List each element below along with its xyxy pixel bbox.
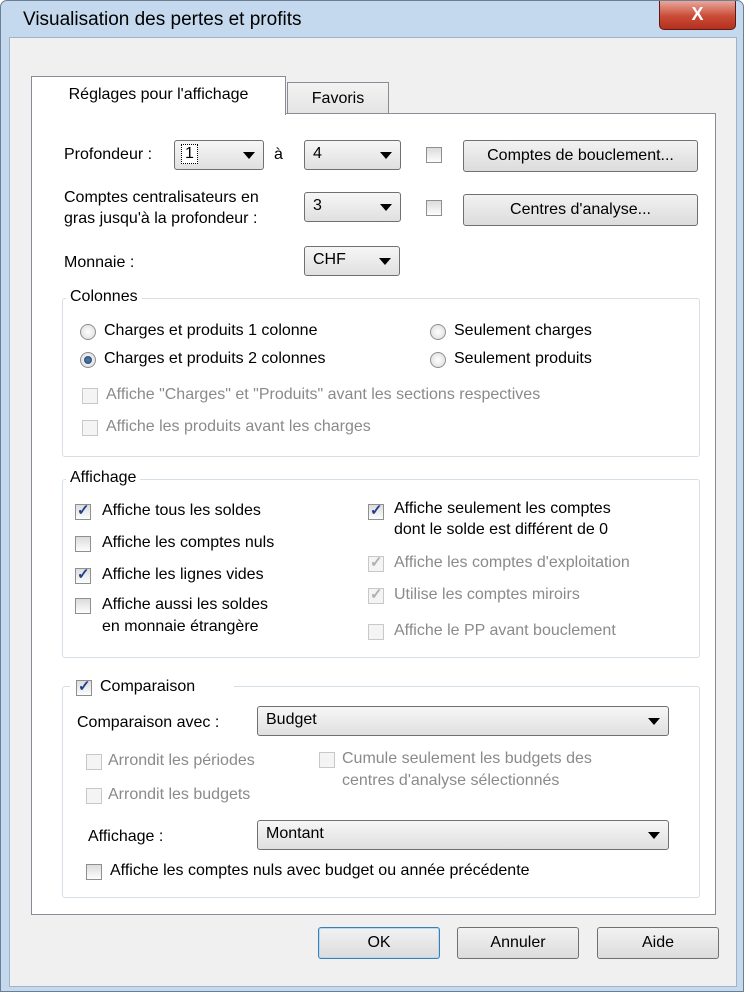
check-icon: ✓: [77, 566, 90, 583]
cumulate-budgets-checkbox[interactable]: [319, 752, 335, 768]
radio-selected-dot: [84, 356, 92, 364]
nonzero-balances-label-line1: Affiche seulement les comptes: [394, 500, 611, 517]
chevron-down-icon: [243, 152, 255, 159]
radio-only-products[interactable]: [430, 352, 446, 368]
bold-depth-value: 3: [313, 197, 322, 214]
comparison-checkbox[interactable]: ✓: [76, 678, 92, 696]
show-section-headers-checkbox[interactable]: [82, 388, 98, 404]
tab-label: Favoris: [311, 90, 365, 107]
compare-with-value: Budget: [266, 711, 317, 728]
currency-label: Monnaie :: [64, 254, 135, 271]
tab-label: Réglages pour l'affichage: [68, 86, 249, 103]
depth-to-label: à: [274, 146, 283, 163]
comparison-display-value: Montant: [266, 825, 324, 842]
comparison-label: Comparaison: [100, 678, 196, 695]
mirror-accounts-label: Utilise les comptes miroirs: [394, 586, 580, 603]
null-with-budget-label: Affiche les comptes nuls avec budget ou …: [110, 862, 530, 879]
depth-to-combo[interactable]: 4: [304, 140, 401, 170]
foreign-currency-checkbox[interactable]: [75, 598, 91, 614]
two-columns-label: Charges et produits 2 colonnes: [104, 350, 326, 367]
empty-lines-checkbox[interactable]: ✓: [75, 566, 91, 584]
check-icon: ✓: [370, 502, 383, 519]
closing-accounts-button[interactable]: Comptes de bouclement...: [463, 140, 698, 172]
all-balances-label: Affiche tous les soldes: [102, 502, 261, 519]
nonzero-balances-label-line2: dont le solde est différent de 0: [394, 521, 609, 538]
round-budgets-label: Arrondit les budgets: [108, 786, 251, 803]
radio-one-column[interactable]: [80, 324, 96, 340]
pp-before-closing-checkbox[interactable]: [368, 624, 384, 640]
compare-with-label: Comparaison avec :: [77, 714, 220, 731]
cumulate-budgets-label-line1: Cumule seulement les budgets des: [342, 750, 592, 767]
radio-two-columns[interactable]: [80, 352, 96, 368]
comparison-display-label: Affichage :: [88, 828, 164, 845]
comparison-display-combo[interactable]: Montant: [257, 820, 669, 850]
cumulate-budgets-label-line2: centres d'analyse sélectionnés: [342, 772, 560, 789]
nonzero-balances-checkbox[interactable]: ✓: [368, 502, 384, 520]
bold-depth-label-line2: gras jusqu'à la profondeur :: [64, 210, 258, 227]
only-charges-label: Seulement charges: [454, 322, 592, 339]
close-button[interactable]: X: [659, 1, 736, 30]
display-group-label: Affichage: [66, 469, 141, 487]
tab-display-settings[interactable]: Réglages pour l'affichage: [31, 76, 286, 115]
bold-depth-label-line1: Comptes centralisateurs en: [64, 189, 259, 206]
empty-lines-label: Affiche les lignes vides: [102, 566, 264, 583]
chevron-down-icon: [379, 258, 391, 265]
compare-with-combo[interactable]: Budget: [257, 706, 669, 736]
one-column-label: Charges et produits 1 colonne: [104, 322, 318, 339]
products-before-charges-checkbox[interactable]: [82, 420, 98, 436]
columns-group-label: Colonnes: [66, 288, 142, 306]
window-title: Visualisation des pertes et profits: [23, 9, 302, 30]
round-periods-checkbox[interactable]: [86, 754, 102, 770]
mirror-accounts-checkbox[interactable]: ✓: [368, 586, 384, 604]
round-periods-label: Arrondit les périodes: [108, 752, 255, 769]
null-accounts-label: Affiche les comptes nuls: [102, 534, 275, 551]
only-products-label: Seulement produits: [454, 350, 592, 367]
all-balances-checkbox[interactable]: ✓: [75, 502, 91, 520]
depth-from-combo[interactable]: 1: [174, 140, 264, 170]
pp-before-closing-label: Affiche le PP avant bouclement: [394, 622, 616, 639]
foreign-currency-label-line1: Affiche aussi les soldes: [102, 596, 269, 613]
check-icon: ✓: [78, 678, 91, 695]
ok-button[interactable]: OK: [318, 927, 440, 959]
show-section-headers-label: Affiche "Charges" et "Produits" avant le…: [106, 386, 541, 403]
operating-accounts-label: Affiche les comptes d'exploitation: [394, 554, 630, 571]
close-icon: X: [691, 4, 704, 24]
round-budgets-checkbox[interactable]: [86, 788, 102, 804]
foreign-currency-label-line2: en monnaie étrangère: [102, 618, 259, 635]
help-button[interactable]: Aide: [597, 927, 719, 959]
currency-combo[interactable]: CHF: [304, 246, 400, 276]
null-with-budget-checkbox[interactable]: [86, 864, 102, 880]
currency-value: CHF: [313, 251, 346, 268]
radio-only-charges[interactable]: [430, 324, 446, 340]
null-accounts-checkbox[interactable]: [75, 536, 91, 552]
bold-depth-combo[interactable]: 3: [304, 192, 401, 222]
depth-to-value: 4: [313, 145, 322, 162]
products-before-charges-label: Affiche les produits avant les charges: [106, 418, 371, 435]
title-bar[interactable]: Visualisation des pertes et profits X: [1, 1, 743, 35]
check-icon: ✓: [370, 586, 383, 603]
analysis-centers-checkbox[interactable]: [426, 200, 442, 216]
tab-favorites[interactable]: Favoris: [287, 82, 389, 115]
chevron-down-icon: [380, 152, 392, 159]
check-icon: ✓: [77, 502, 90, 519]
analysis-centers-button[interactable]: Centres d'analyse...: [463, 194, 698, 226]
operating-accounts-checkbox[interactable]: ✓: [368, 554, 384, 572]
chevron-down-icon: [380, 204, 392, 211]
depth-label: Profondeur :: [64, 146, 153, 163]
closing-accounts-checkbox[interactable]: [426, 147, 442, 163]
chevron-down-icon: [648, 718, 660, 725]
cancel-button[interactable]: Annuler: [457, 927, 579, 959]
depth-from-value: 1: [181, 144, 198, 164]
check-icon: ✓: [370, 554, 383, 571]
chevron-down-icon: [648, 832, 660, 839]
